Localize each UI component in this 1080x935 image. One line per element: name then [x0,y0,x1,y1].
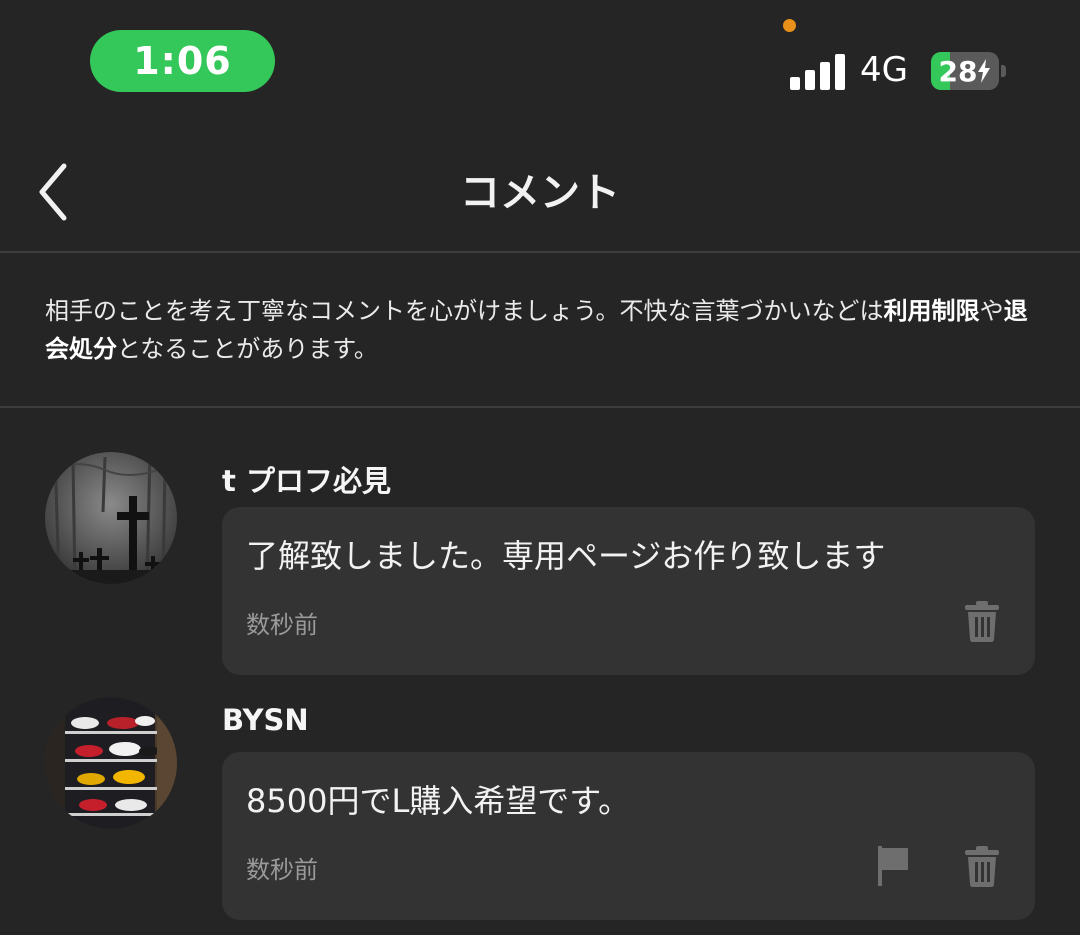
comment-username[interactable]: t プロフ必見 [222,458,391,500]
comment-guideline-notice: 相手のことを考え丁寧なコメントを心がけましょう。不快な言葉づかいなどは利用制限や… [45,292,1040,368]
status-bar: 1:06 4G 28 [0,0,1080,120]
notice-text: 相手のことを考え丁寧なコメントを心がけましょう。不快な言葉づかいなどは [45,297,884,325]
delete-comment-button[interactable] [962,597,1002,643]
battery-level: 28 [938,54,978,88]
flag-icon [878,846,908,886]
charging-bolt-icon [978,59,991,83]
avatar-graveyard-image [45,452,177,584]
comment-timestamp: 数秒前 [246,856,318,884]
battery-icon: 28 [931,52,999,90]
status-time: 1:06 [133,39,232,83]
comment-text: 8500円でL購入希望です。 [246,782,631,820]
avatar[interactable] [45,697,177,829]
avatar[interactable] [45,452,177,584]
trash-icon [965,601,999,642]
notice-text-connector: や [979,297,1004,325]
notice-divider [0,406,1080,408]
notice-text-end: となることがあります。 [117,335,378,363]
notice-emphasis-usage-restriction: 利用制限 [883,297,980,325]
time-pill[interactable]: 1:06 [90,30,275,92]
avatar-sneaker-shelf-image [45,697,177,829]
nav-bar: コメント [0,120,1080,252]
nav-divider [0,251,1080,253]
camera-indicator-dot [783,19,796,32]
comment-text: 了解致しました。専用ページお作り致します [246,537,886,575]
comment-bubble: 了解致しました。専用ページお作り致します 数秒前 [222,507,1035,675]
delete-comment-button[interactable] [962,842,1002,888]
trash-icon [965,846,999,887]
signal-strength-icon [790,52,846,90]
comment-bubble: 8500円でL購入希望です。 数秒前 [222,752,1035,920]
network-type: 4G [860,50,908,90]
page-title: コメント [460,170,620,216]
comment-username[interactable]: BYSN [222,703,309,737]
battery-cap [1001,65,1006,77]
report-comment-button[interactable] [874,842,914,888]
comment-timestamp: 数秒前 [246,611,318,639]
